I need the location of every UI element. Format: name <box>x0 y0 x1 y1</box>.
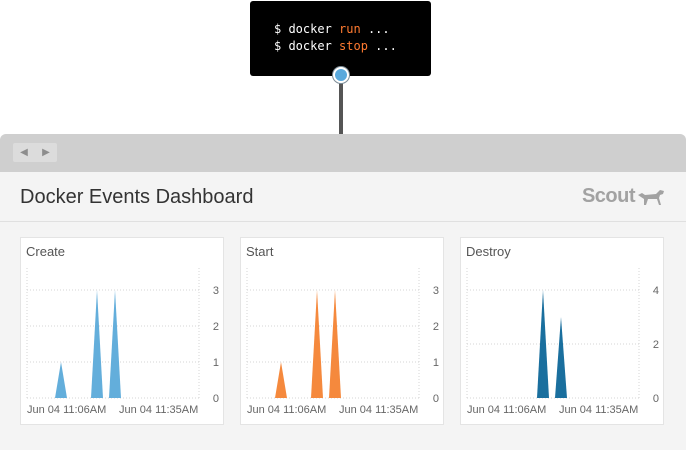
y-tick-label: 1 <box>213 357 219 369</box>
triangle-right-icon: ▶ <box>42 147 50 158</box>
panel-destroy: Destroy 0 2 4 Jun 04 11:06AM Jun 04 11:35AM <box>460 237 664 425</box>
y-tick-label: 0 <box>653 393 659 405</box>
panel-start: Start 0 1 2 3 Jun 04 11:06AM Jun 04 11:35AM <box>240 237 444 425</box>
y-tick-label: 2 <box>433 321 439 333</box>
terminal-command-stop: stop <box>339 39 368 53</box>
panel-create: Create 0 1 2 3 Jun 04 11:06AM Jun 04 11:35AM <box>20 237 224 425</box>
chart-destroy: 0 2 4 Jun 04 11:06AM Jun 04 11:35AM <box>466 268 659 416</box>
y-tick-label: 0 <box>213 393 219 405</box>
terminal-prompt: $ docker <box>274 39 332 53</box>
y-tick-label: 1 <box>433 357 439 369</box>
spike-mark <box>91 290 103 398</box>
terminal-command-run: run <box>339 22 361 36</box>
terminal-prompt: $ docker <box>274 22 332 36</box>
terminal-line-run: $ docker run ... <box>274 21 431 38</box>
triangle-left-icon: ◀ <box>20 147 28 158</box>
window-titlebar: ◀ ▶ <box>0 134 686 172</box>
spike-mark <box>275 362 287 398</box>
spike-mark <box>311 290 323 398</box>
browser-window: ◀ ▶ Docker Events Dashboard Scout Create… <box>0 134 686 450</box>
terminal-line-stop: $ docker stop ... <box>274 38 431 55</box>
terminal-callout: $ docker run ... $ docker stop ... <box>250 1 431 76</box>
x-tick-label: Jun 04 11:35AM <box>119 404 198 416</box>
x-tick-label: Jun 04 11:06AM <box>467 404 546 416</box>
chart-create: 0 1 2 3 Jun 04 11:06AM Jun 04 11:35AM <box>26 268 219 416</box>
dashboard-header: Docker Events Dashboard Scout <box>0 172 686 222</box>
y-tick-label: 2 <box>653 339 659 351</box>
y-tick-label: 4 <box>653 285 659 297</box>
y-tick-label: 0 <box>433 393 439 405</box>
spike-mark <box>329 290 341 398</box>
forward-button[interactable]: ▶ <box>35 143 57 162</box>
spike-mark <box>537 290 549 398</box>
y-tick-label: 3 <box>433 285 439 297</box>
nav-buttons: ◀ ▶ <box>13 143 57 162</box>
logo-text: Scout <box>581 184 636 207</box>
spike-mark <box>555 317 567 398</box>
terminal-suffix: ... <box>367 22 390 36</box>
dog-icon <box>638 190 664 205</box>
x-tick-label: Jun 04 11:35AM <box>339 404 418 416</box>
x-tick-label: Jun 04 11:35AM <box>559 404 638 416</box>
scout-logo[interactable]: Scout <box>582 184 666 208</box>
page-title: Docker Events Dashboard <box>20 186 254 208</box>
connector-dot-top <box>333 67 349 83</box>
back-button[interactable]: ◀ <box>13 143 35 162</box>
chart-start: 0 1 2 3 Jun 04 11:06AM Jun 04 11:35AM <box>246 268 439 416</box>
spike-mark <box>109 290 121 398</box>
x-tick-label: Jun 04 11:06AM <box>247 404 326 416</box>
y-tick-label: 2 <box>213 321 219 333</box>
terminal-suffix: ... <box>375 39 397 53</box>
spike-mark <box>55 362 67 398</box>
y-tick-label: 3 <box>213 285 219 297</box>
x-tick-label: Jun 04 11:06AM <box>27 404 106 416</box>
